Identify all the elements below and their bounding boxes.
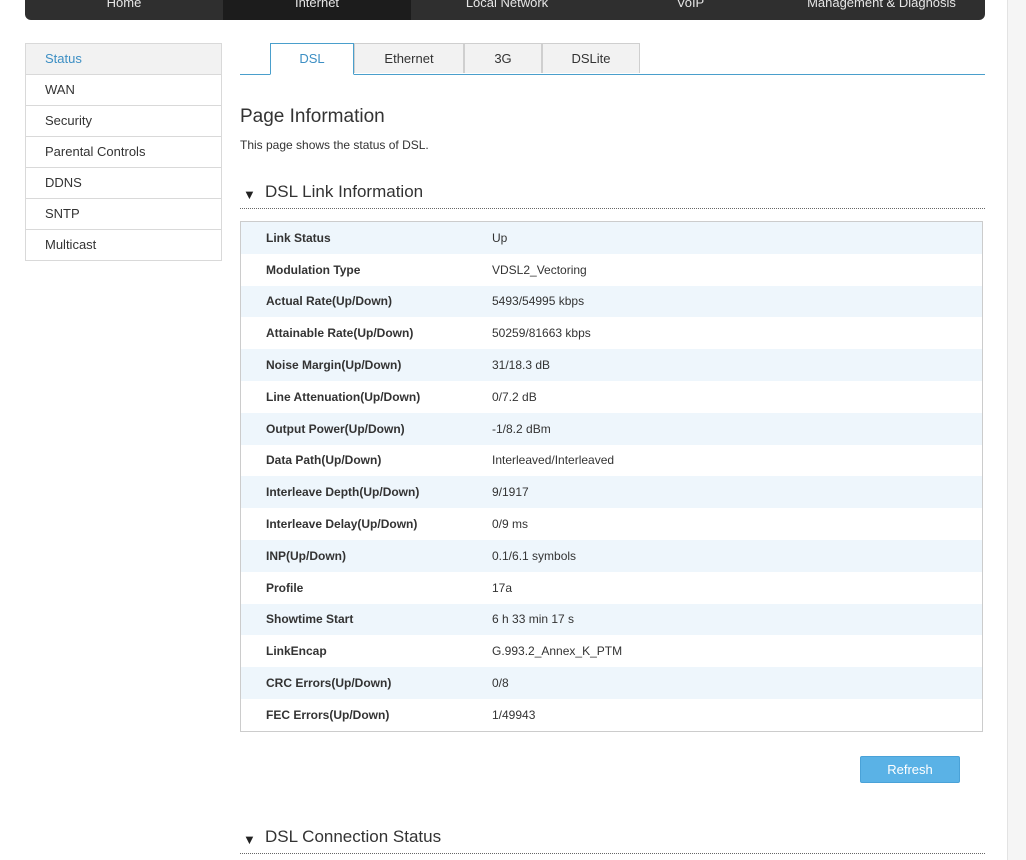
row-value: Interleaved/Interleaved [492,444,983,477]
table-row: Actual Rate(Up/Down) 5493/54995 kbps [240,285,983,318]
sidebar-item-parental-controls[interactable]: Parental Controls [26,137,221,168]
triangle-down-icon[interactable]: ▼ [243,187,256,202]
triangle-down-icon[interactable]: ▼ [243,832,256,847]
sidebar-item-ddns[interactable]: DDNS [26,168,221,199]
row-label: Noise Margin(Up/Down) [240,349,492,381]
link-info-table: Link Status Up Modulation Type VDSL2_Vector… [240,221,983,732]
table-row: INP(Up/Down) 0.1/6.1 symbols [240,539,983,572]
table-row: Output Power(Up/Down) -1/8.2 dBm [240,412,983,445]
row-label: Attainable Rate(Up/Down) [240,317,492,350]
row-value: 6 h 33 min 17 s [492,603,983,636]
row-value: 0/7.2 dB [492,380,983,413]
row-label: Line Attenuation(Up/Down) [240,380,492,413]
row-label: INP(Up/Down) [240,539,492,572]
row-value: 31/18.3 dB [492,349,983,381]
table-row: Interleave Depth(Up/Down) 9/1917 [240,476,983,509]
row-label: Output Power(Up/Down) [240,412,492,445]
refresh-button[interactable]: Refresh [860,756,960,783]
sidebar-item-sntp[interactable]: SNTP [26,199,221,230]
row-value: 0/8 [492,667,983,699]
tab-dslite[interactable]: DSLite [542,43,640,73]
table-row: Profile 17a [240,571,983,604]
topnav-voip[interactable]: VoIP [603,0,778,20]
topnav-internet[interactable]: Internet [223,0,411,20]
row-value: 5493/54995 kbps [492,285,983,318]
table-row: CRC Errors(Up/Down) 0/8 [240,667,983,699]
topnav-local-network[interactable]: Local Network [411,0,603,20]
table-row: Data Path(Up/Down) Interleaved/Interleave… [240,444,983,477]
sidebar-item-status[interactable]: Status [26,44,221,75]
page-title: Page Information [240,106,385,127]
table-row: Interleave Delay(Up/Down) 0/9 ms [240,508,983,540]
row-label: LinkEncap [240,635,492,668]
section-title: DSL Connection Status [265,827,442,846]
row-label: Data Path(Up/Down) [240,444,492,477]
page-description: This page shows the status of DSL. [240,138,429,152]
row-label: Modulation Type [240,253,492,286]
row-value: VDSL2_Vectoring [492,253,983,286]
row-label: FEC Errors(Up/Down) [240,698,492,732]
row-label: Actual Rate(Up/Down) [240,285,492,318]
tab-ethernet[interactable]: Ethernet [354,43,464,73]
row-label: CRC Errors(Up/Down) [240,667,492,699]
row-label: Interleave Delay(Up/Down) [240,508,492,540]
tab-3g[interactable]: 3G [464,43,542,73]
section-header-link-info[interactable]: ▼ DSL Link Information [240,182,985,209]
tab-dsl[interactable]: DSL [270,43,354,75]
row-value: 0.1/6.1 symbols [492,539,983,572]
table-row: Showtime Start 6 h 33 min 17 s [240,603,983,636]
table-row: LinkEncap G.993.2_Annex_K_PTM [240,635,983,668]
row-label: Profile [240,571,492,604]
row-value: 0/9 ms [492,508,983,540]
sidebar-item-wan[interactable]: WAN [26,75,221,106]
row-value: 9/1917 [492,476,983,509]
page: Home Internet Local Network VoIP Managem… [0,0,1026,860]
tab-bar: DSL Ethernet 3G DSLite [240,43,985,75]
table-row: Link Status Up [240,221,983,254]
table-row: FEC Errors(Up/Down) 1/49943 [240,698,983,732]
sidebar-item-security[interactable]: Security [26,106,221,137]
row-value: -1/8.2 dBm [492,412,983,445]
topnav-management-diagnosis[interactable]: Management & Diagnosis [778,0,985,20]
row-value: Up [492,221,983,254]
top-nav: Home Internet Local Network VoIP Managem… [25,0,985,20]
sidebar: Status WAN Security Parental Controls DD… [25,43,222,261]
table-row: Modulation Type VDSL2_Vectoring [240,253,983,286]
table-row: Line Attenuation(Up/Down) 0/7.2 dB [240,380,983,413]
table-row: Noise Margin(Up/Down) 31/18.3 dB [240,349,983,381]
table-row: Attainable Rate(Up/Down) 50259/81663 kbps [240,317,983,350]
sidebar-item-multicast[interactable]: Multicast [26,230,221,261]
row-label: Showtime Start [240,603,492,636]
row-value: 1/49943 [492,698,983,732]
page-edge [1007,0,1026,860]
section-title: DSL Link Information [265,182,424,201]
section-header-connection-status[interactable]: ▼ DSL Connection Status [240,827,985,854]
row-label: Link Status [240,221,492,254]
topnav-home[interactable]: Home [25,0,223,20]
row-value: 50259/81663 kbps [492,317,983,350]
row-label: Interleave Depth(Up/Down) [240,476,492,509]
row-value: 17a [492,571,983,604]
row-value: G.993.2_Annex_K_PTM [492,635,983,668]
